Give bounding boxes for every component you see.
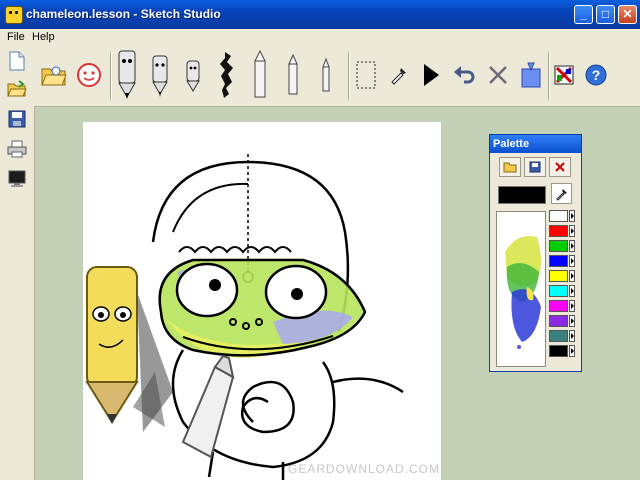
fill-tool[interactable]	[518, 48, 544, 102]
crayon-thick-tool[interactable]	[252, 48, 268, 102]
minimize-button[interactable]: _	[574, 5, 593, 24]
palette-delete-button[interactable]	[549, 157, 571, 177]
palette-open-button[interactable]	[499, 157, 521, 177]
floppy-disk-icon	[529, 161, 541, 173]
eyedropper-icon	[555, 188, 567, 201]
swatch-arrow-icon[interactable]	[569, 270, 575, 282]
swatch-arrow-icon[interactable]	[569, 210, 575, 222]
palette-eyedropper-button[interactable]	[551, 183, 572, 204]
floppy-disk-icon	[8, 110, 26, 128]
crayon-medium-icon	[288, 53, 298, 95]
crayon-thick-icon	[254, 49, 266, 98]
save-button[interactable]	[6, 108, 28, 130]
character-face-button[interactable]	[74, 48, 104, 102]
color-swatch[interactable]	[549, 345, 568, 357]
face-icon	[77, 63, 101, 87]
marquee-select-icon	[356, 61, 376, 89]
color-swatch[interactable]	[549, 270, 568, 282]
svg-text:?: ?	[592, 67, 601, 83]
color-swatch[interactable]	[549, 330, 568, 342]
crayon-thin-icon	[322, 57, 330, 92]
drawing-canvas[interactable]	[83, 122, 441, 480]
play-button[interactable]	[420, 48, 442, 102]
crayon-medium-tool[interactable]	[286, 48, 300, 102]
clear-button[interactable]	[486, 48, 510, 102]
menu-help[interactable]: Help	[32, 31, 55, 43]
current-color	[498, 186, 546, 204]
paint-bucket-icon	[521, 62, 541, 88]
eyedropper-tool[interactable]	[388, 48, 410, 102]
print-button[interactable]	[6, 138, 28, 160]
color-swatch[interactable]	[549, 225, 568, 237]
window-title: chameleon.lesson - Sketch Studio	[26, 7, 221, 21]
palette-panel: Palette	[489, 134, 582, 372]
play-icon	[424, 64, 439, 86]
thick-marker-icon	[118, 50, 136, 99]
swatch-arrow-icon[interactable]	[569, 345, 575, 357]
color-swatch[interactable]	[549, 210, 568, 222]
charcoal-icon	[220, 52, 233, 98]
close-button[interactable]: ✕	[618, 5, 637, 24]
undo-icon	[454, 66, 475, 84]
title-bar: chameleon.lesson - Sketch Studio _ □ ✕	[0, 0, 640, 29]
swatch-arrow-icon[interactable]	[569, 315, 575, 327]
new-file-icon	[9, 51, 25, 71]
color-swatch[interactable]	[549, 255, 568, 267]
swatch-arrow-icon[interactable]	[569, 240, 575, 252]
select-tool[interactable]	[354, 48, 378, 102]
swatch-arrow-icon[interactable]	[569, 225, 575, 237]
help-button[interactable]: ?	[584, 48, 608, 102]
new-file-button[interactable]	[6, 50, 28, 72]
open-lesson-icon	[41, 66, 67, 86]
medium-marker-icon	[152, 55, 168, 97]
open-folder-icon	[7, 80, 27, 97]
palette-toggle-button[interactable]	[552, 48, 576, 102]
palette-icon	[554, 65, 574, 85]
app-icon	[5, 6, 23, 24]
color-mixing-area[interactable]	[496, 211, 546, 367]
main-toolbar: ?	[34, 46, 640, 107]
open-file-button[interactable]	[6, 78, 28, 100]
watermark: GEARDOWNLOAD.COM	[288, 462, 441, 476]
chameleon-drawing	[85, 154, 404, 480]
left-toolbar	[0, 46, 35, 480]
medium-marker-tool[interactable]	[150, 48, 170, 102]
close-icon	[555, 162, 565, 172]
open-lesson-button[interactable]	[40, 48, 68, 102]
present-button[interactable]	[6, 168, 28, 190]
color-swatch[interactable]	[549, 315, 568, 327]
x-mark-icon	[489, 66, 507, 84]
printer-icon	[7, 140, 27, 158]
swatch-arrow-icon[interactable]	[569, 330, 575, 342]
open-folder-icon	[503, 162, 517, 173]
color-swatch[interactable]	[549, 240, 568, 252]
color-swatch[interactable]	[549, 285, 568, 297]
help-icon: ?	[585, 64, 607, 86]
color-blend	[505, 236, 541, 349]
thin-marker-tool[interactable]	[184, 48, 202, 102]
thick-marker-tool[interactable]	[116, 48, 138, 102]
eyedropper-icon	[391, 68, 406, 85]
color-swatch[interactable]	[549, 300, 568, 312]
swatch-arrow-icon[interactable]	[569, 285, 575, 297]
monitor-icon	[8, 170, 26, 187]
undo-button[interactable]	[452, 48, 476, 102]
maximize-button[interactable]: □	[596, 5, 615, 24]
menu-bar: File Help	[0, 29, 640, 46]
palette-title: Palette	[490, 135, 581, 153]
charcoal-tool[interactable]	[218, 48, 236, 102]
thin-marker-icon	[186, 60, 200, 92]
menu-file[interactable]: File	[7, 31, 25, 43]
palette-save-button[interactable]	[524, 157, 546, 177]
crayon-thin-tool[interactable]	[320, 48, 332, 102]
swatch-arrow-icon[interactable]	[569, 255, 575, 267]
swatch-arrow-icon[interactable]	[569, 300, 575, 312]
